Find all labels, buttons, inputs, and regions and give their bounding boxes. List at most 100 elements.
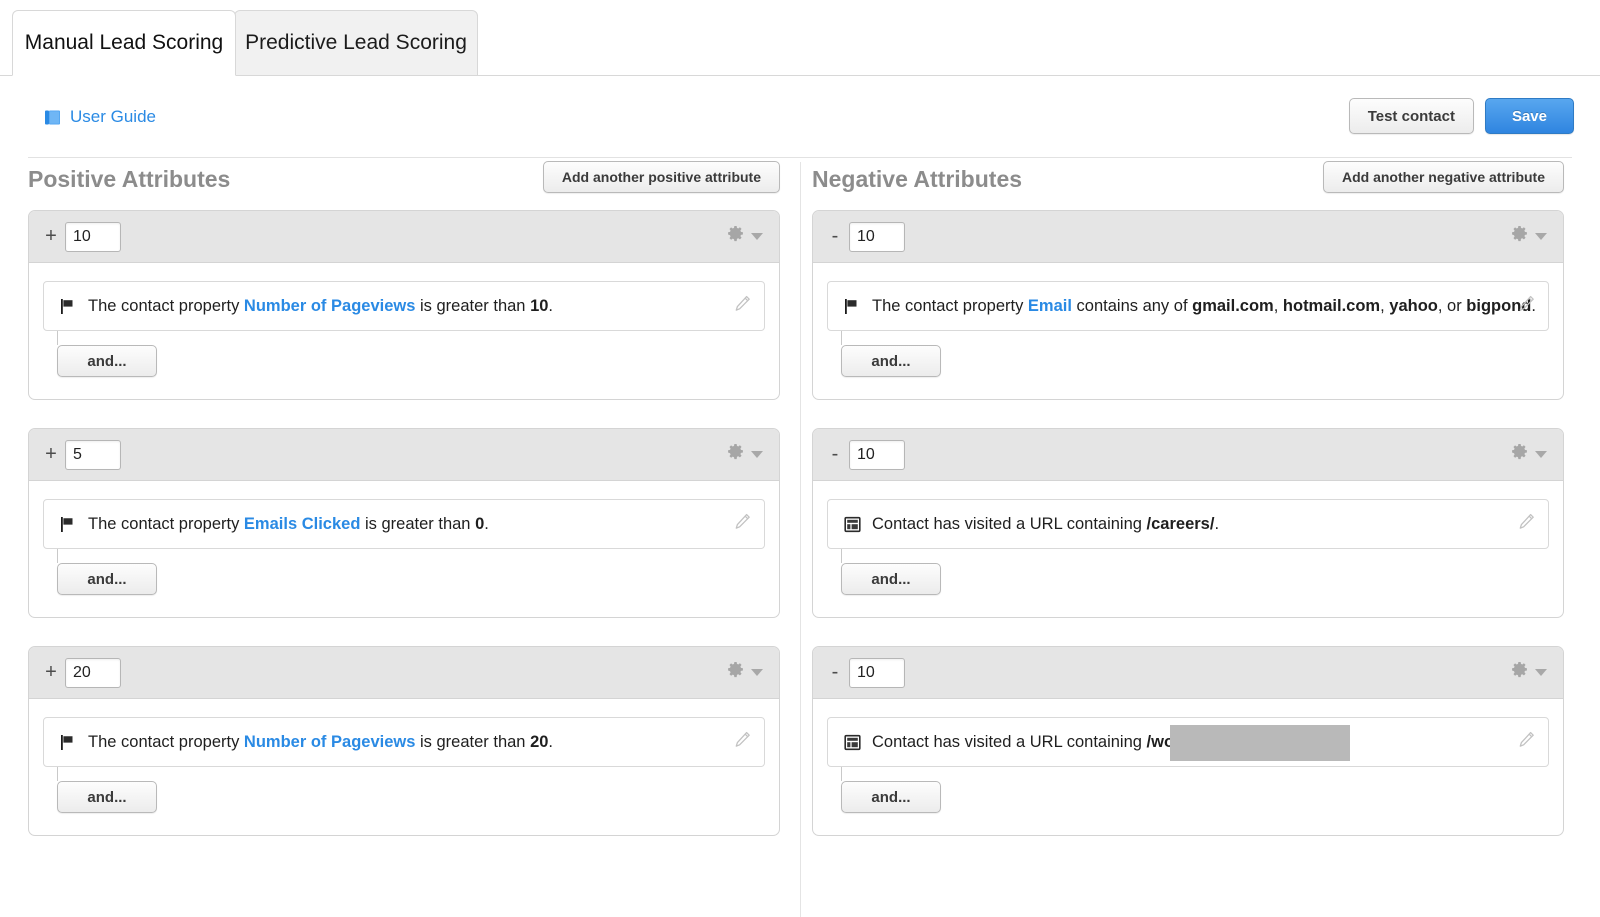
card-settings-menu[interactable] [726,225,763,249]
column-divider [800,162,801,917]
condition-row[interactable]: The contact property Number of Pageviews… [43,717,765,767]
condition-text: The contact property Number of Pageviews… [88,297,553,316]
condition-row[interactable]: The contact property Emails Clicked is g… [43,499,765,549]
chevron-down-icon[interactable] [751,451,763,458]
flag-icon [58,734,78,751]
tab-bar: Manual Lead Scoring Predictive Lead Scor… [0,0,1600,76]
card-settings-menu[interactable] [1510,661,1547,685]
user-guide-link[interactable]: User Guide [44,107,156,127]
score-points-input[interactable] [65,657,121,688]
cond-property[interactable]: Email [1028,297,1072,315]
attribute-card-header: - [813,647,1563,699]
pencil-icon[interactable] [1518,731,1535,753]
attribute-card: - Contact has visited a URL containing /… [812,646,1564,836]
negative-cards-list: - The contact property Email contains an… [812,210,1564,836]
flag-icon [58,516,78,533]
score-points-input[interactable] [65,439,121,470]
chevron-down-icon[interactable] [751,669,763,676]
user-guide-label: User Guide [70,107,156,126]
cond-value: /careers/ [1146,514,1215,533]
gear-icon[interactable] [726,661,745,685]
chevron-down-icon[interactable] [751,233,763,240]
condition-text: The contact property Number of Pageviews… [88,733,553,752]
add-and-condition-button[interactable]: and... [841,781,941,813]
add-and-condition-button[interactable]: and... [57,345,157,377]
cond-operator: is greater than [360,514,476,533]
test-contact-button[interactable]: Test contact [1348,98,1474,134]
pencil-icon[interactable] [734,295,751,317]
cond-prefix: The contact property [872,296,1028,315]
card-settings-menu[interactable] [726,443,763,467]
cond-property[interactable]: Number of Pageviews [244,733,415,751]
and-row: and... [43,331,765,377]
attribute-card: + The contact property Emails Clicked is… [28,428,780,618]
cond-value: yahoo [1389,296,1438,315]
and-row: and... [827,549,1549,595]
score-points-input[interactable] [65,221,121,252]
card-settings-menu[interactable] [1510,225,1547,249]
cond-property[interactable]: Emails Clicked [244,515,360,533]
attribute-card-body: The contact property Number of Pageviews… [29,699,779,835]
attribute-card-header: + [29,429,779,481]
gear-icon[interactable] [726,225,745,249]
pencil-icon[interactable] [1518,513,1535,535]
attribute-card-header: - [813,211,1563,263]
score-points-input[interactable] [849,657,905,688]
chevron-down-icon[interactable] [1535,233,1547,240]
condition-row[interactable]: The contact property Number of Pageviews… [43,281,765,331]
save-button[interactable]: Save [1484,98,1574,134]
attribute-card-header: + [29,647,779,699]
gear-icon[interactable] [1510,443,1529,467]
attribute-card: - The contact property Email contains an… [812,210,1564,400]
cond-suffix: . [548,296,554,315]
cond-prefix: Contact has visited a URL containing [872,514,1147,533]
add-and-condition-button[interactable]: and... [57,563,157,595]
positive-column-header: Positive Attributes Add another positive… [28,158,780,210]
add-positive-attribute-button[interactable]: Add another positive attribute [542,161,780,193]
condition-row[interactable]: The contact property Email contains any … [827,281,1549,331]
score-sign: - [831,225,839,247]
attribute-card: - Contact has visited a URL containing /… [812,428,1564,618]
negative-attributes-column: Negative Attributes Add another negative… [812,158,1564,864]
gear-icon[interactable] [1510,225,1529,249]
cond-value: gmail.com [1192,296,1274,315]
pencil-icon[interactable] [734,513,751,535]
cond-prefix: The contact property [88,514,244,533]
cond-value: 0 [475,514,485,533]
tab-predictive-lead-scoring[interactable]: Predictive Lead Scoring [234,10,478,76]
cond-property[interactable]: Number of Pageviews [244,297,415,315]
cond-operator: contains any of [1071,296,1193,315]
condition-row[interactable]: Contact has visited a URL containing /wo [827,717,1549,767]
add-negative-attribute-button[interactable]: Add another negative attribute [1322,161,1564,193]
card-settings-menu[interactable] [1510,443,1547,467]
tab-label: Manual Lead Scoring [24,31,224,54]
condition-text: Contact has visited a URL containing /wo [872,733,1174,752]
attribute-card-body: The contact property Emails Clicked is g… [29,481,779,617]
add-and-condition-button[interactable]: and... [57,781,157,813]
attribute-card-header: - [813,429,1563,481]
condition-row[interactable]: Contact has visited a URL containing /ca… [827,499,1549,549]
header-actions: Test contact Save [1348,98,1574,134]
add-and-condition-button[interactable]: and... [841,345,941,377]
score-points-input[interactable] [849,439,905,470]
score-points-input[interactable] [849,221,905,252]
positive-cards-list: + The contact property Number of Pagevie… [28,210,780,836]
chevron-down-icon[interactable] [1535,669,1547,676]
pencil-icon[interactable] [1518,295,1535,317]
tab-manual-lead-scoring[interactable]: Manual Lead Scoring [12,10,236,76]
add-and-condition-button[interactable]: and... [841,563,941,595]
pencil-icon[interactable] [734,731,751,753]
card-settings-menu[interactable] [726,661,763,685]
cond-separator: , [1380,296,1390,315]
cond-suffix: . [1214,514,1220,533]
cond-operator: is greater than [415,296,531,315]
attribute-card-body: Contact has visited a URL containing /wo… [813,699,1563,835]
cond-operator: is greater than [415,732,531,751]
positive-attributes-title: Positive Attributes [28,166,231,192]
chevron-down-icon[interactable] [1535,451,1547,458]
and-row: and... [827,767,1549,813]
gear-icon[interactable] [726,443,745,467]
gear-icon[interactable] [1510,661,1529,685]
score-sign: - [831,443,839,465]
attribute-card-body: Contact has visited a URL containing /ca… [813,481,1563,617]
